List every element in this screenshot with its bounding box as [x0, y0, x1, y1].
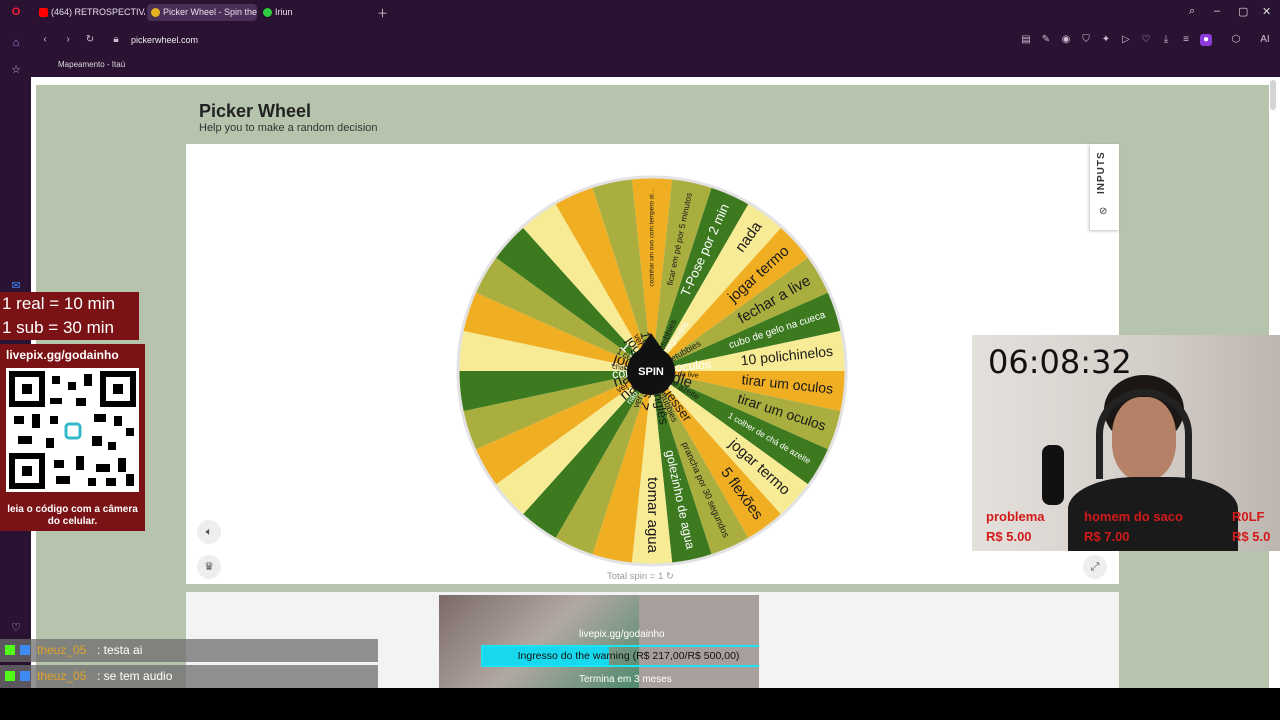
inputs-tab[interactable]: INPUTS ⊘	[1090, 144, 1119, 230]
fullscreen-button[interactable]: ⤢	[1083, 555, 1107, 579]
hide-icon: ⊘	[1099, 206, 1108, 217]
total-spin-label: Total spin = 1	[607, 571, 664, 582]
menu-icon[interactable]: ≡	[1180, 34, 1192, 46]
donation-rate-sub: 1 sub = 30 min	[0, 316, 139, 340]
edit-icon[interactable]: ✎	[1040, 34, 1052, 46]
microphone-icon	[1042, 445, 1064, 505]
tab-picker-wheel[interactable]: Picker Wheel - Spin the W	[147, 4, 257, 21]
webcam-overlay: 06:08:32 problema R$ 5.00 homem do saco …	[972, 335, 1280, 551]
extension-icon[interactable]: ✦	[1100, 34, 1112, 46]
twitch-badge-icon	[20, 671, 30, 681]
opera-logo-icon[interactable]: O	[10, 6, 22, 18]
forward-icon[interactable]: ›	[62, 34, 74, 46]
play-icon[interactable]: ▷	[1120, 34, 1132, 46]
goal-url: livepix.gg/godainho	[579, 629, 665, 640]
lock-icon: 🔒︎	[113, 34, 119, 45]
messenger-icon[interactable]: ✉	[10, 280, 22, 292]
browser-titlebar: O (464) RETROSPECTIVA 202 Picker Wheel -…	[0, 0, 1280, 25]
subathon-timer: 06:08:32	[988, 343, 1132, 381]
camera-icon[interactable]: ◉	[1060, 34, 1072, 46]
chat-username: theuz_05	[37, 669, 87, 683]
ai-icon[interactable]: AI	[1254, 34, 1276, 46]
minimize-icon[interactable]: –	[1214, 5, 1220, 17]
home-icon[interactable]: ⌂	[10, 37, 22, 49]
chat-message: theuz_05 : testa ai	[0, 639, 378, 662]
headphones-icon	[1096, 389, 1192, 479]
box-icon[interactable]: ⬡	[1230, 34, 1242, 46]
donation-alert-3: R0LF R$ 5.0	[1232, 509, 1271, 544]
heart-icon[interactable]: ♡	[1140, 34, 1152, 46]
tab-label: Picker Wheel - Spin the W	[163, 7, 257, 17]
tab-label: (464) RETROSPECTIVA 202	[51, 7, 145, 17]
chat-text: : testa ai	[97, 643, 143, 657]
url-field[interactable]: pickerwheel.com	[131, 31, 198, 49]
tab-label: Iriun	[275, 7, 293, 17]
livepix-goal-widget: livepix.gg/godainho Ingresso do the warn…	[439, 595, 759, 688]
back-icon[interactable]: ‹	[39, 34, 51, 46]
bookmark-itau[interactable]: Mapeamento - Itaú	[58, 60, 125, 69]
page-title: Picker Wheel	[199, 101, 312, 121]
address-bar: ‹ › ↻ 🔒︎ pickerwheel.com ▤ ✎ ◉ ⛉ ✦ ▷ ♡ ⤓…	[31, 25, 1280, 55]
tab-iriun[interactable]: Iriun	[259, 4, 369, 21]
youtube-icon	[39, 8, 48, 17]
download-icon[interactable]: ⤓	[1160, 34, 1172, 46]
reload-icon[interactable]: ↻	[84, 34, 96, 46]
tab-youtube[interactable]: (464) RETROSPECTIVA 202	[35, 4, 145, 21]
donation-rate-real: 1 real = 10 min	[0, 292, 139, 316]
donation-alert-2: homem do saco R$ 7.00	[1084, 509, 1183, 544]
chat-text: : se tem audio	[97, 669, 173, 683]
sound-button[interactable]: 🔈︎	[197, 520, 221, 544]
green-dot-icon	[263, 8, 272, 17]
reader-icon[interactable]: ▤	[1020, 34, 1032, 46]
star-icon[interactable]: ☆	[10, 64, 22, 76]
screen-bottom-bar	[0, 688, 1280, 720]
qr-url: livepix.gg/godainho	[6, 348, 119, 362]
close-icon[interactable]: ✕	[1262, 5, 1271, 18]
livepix-qr-panel: livepix.gg/godainho leia o código com a	[0, 344, 145, 531]
qr-caption: leia o código com a câmera do celular.	[7, 504, 138, 527]
goal-label: Ingresso do the warning (R$ 217,00/R$ 50…	[517, 650, 740, 662]
search-icon[interactable]: ⌕	[1189, 5, 1195, 18]
maximize-icon[interactable]: ▢	[1238, 5, 1248, 18]
inputs-label: INPUTS	[1096, 151, 1107, 194]
goal-ends: Termina em 3 meses	[579, 674, 672, 685]
qr-code-icon	[6, 368, 139, 492]
shield-icon[interactable]: ⛉	[1080, 34, 1092, 46]
goal-progress-bar: Ingresso do the warning (R$ 217,00/R$ 50…	[481, 645, 759, 667]
reset-icon[interactable]: ↻	[666, 571, 674, 582]
bookmarks-bar: Mapeamento - Itaú	[31, 55, 1280, 77]
twitch-badge-icon	[20, 645, 30, 655]
total-spin-counter: Total spin = 1 ↻	[607, 571, 674, 582]
new-tab-icon[interactable]: ＋	[377, 5, 388, 21]
page-subtitle: Help you to make a random decision	[199, 122, 378, 134]
kick-badge-icon	[5, 671, 15, 681]
scrollbar-thumb[interactable]	[1270, 80, 1276, 110]
donation-alert-1: problema R$ 5.00	[986, 509, 1045, 544]
picker-wheel-icon	[151, 8, 160, 17]
chat-username: theuz_05	[37, 643, 87, 657]
profile-icon[interactable]: ●	[1200, 34, 1212, 46]
heart-icon[interactable]: ♡	[10, 622, 22, 634]
chat-message: theuz_05 : se tem audio	[0, 665, 378, 688]
trophy-button[interactable]: ♛	[197, 555, 221, 579]
kick-badge-icon	[5, 645, 15, 655]
